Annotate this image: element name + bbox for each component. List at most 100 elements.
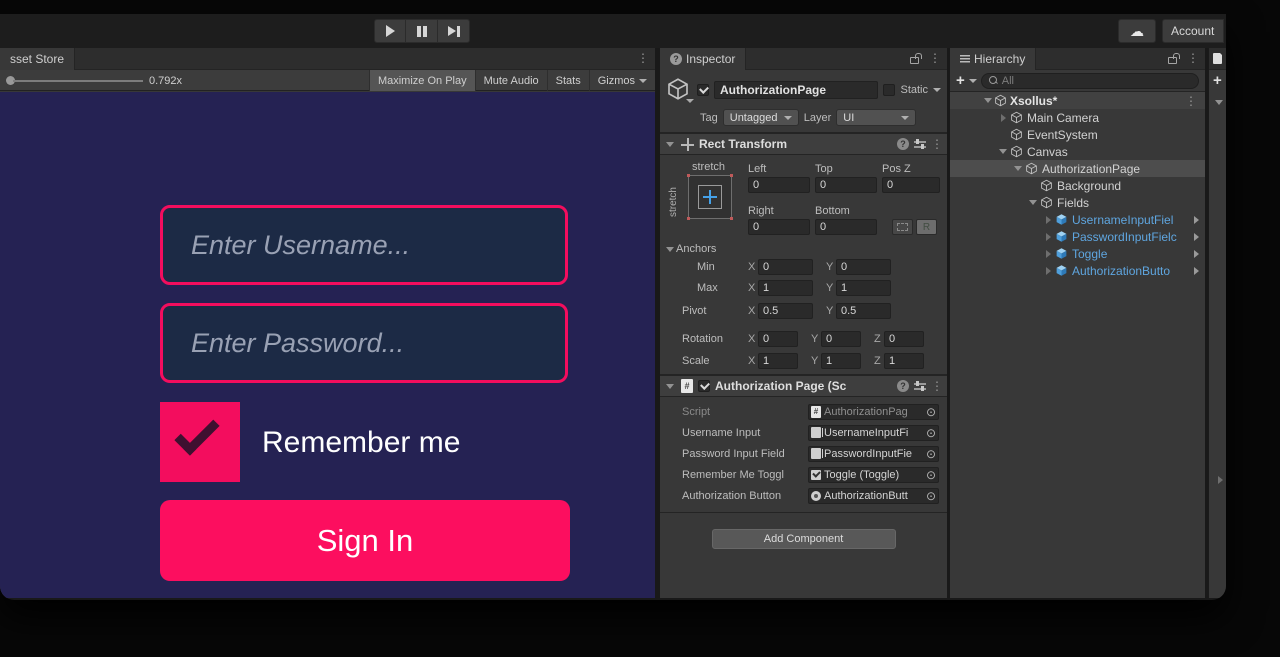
stats-button[interactable]: Stats [547,70,589,91]
step-button[interactable] [438,19,470,43]
hierarchy-item-eventsystem[interactable]: EventSystem [950,126,1205,143]
maximize-on-play-button[interactable]: Maximize On Play [369,70,475,91]
foldout-arrow-icon[interactable] [1042,233,1054,241]
kebab-icon[interactable] [931,379,943,393]
scale-z-input[interactable]: 1 [884,353,924,369]
help-icon[interactable] [897,138,909,150]
blueprint-mode-button[interactable] [892,219,913,235]
target-icon[interactable] [926,469,936,481]
prefab-open-chevron[interactable] [1194,250,1199,258]
hierarchy-search-input[interactable]: All [981,73,1199,89]
bottom-input[interactable]: 0 [815,219,877,235]
static-checkbox[interactable] [883,84,895,96]
pivot-y-input[interactable]: 0.5 [836,303,891,319]
hierarchy-item-authorizationbutton[interactable]: AuthorizationButto [950,262,1205,279]
target-icon[interactable] [926,448,936,460]
hierarchy-item-canvas[interactable]: Canvas [950,143,1205,160]
tab-hierarchy[interactable]: Hierarchy [950,48,1036,70]
kebab-icon[interactable] [1185,94,1197,108]
hierarchy-item-background[interactable]: Background [950,177,1205,194]
component-enabled-checkbox[interactable] [698,380,710,392]
cloud-button[interactable]: ☁ [1118,19,1156,43]
hierarchy-item-toggle[interactable]: Toggle [950,245,1205,262]
remember-me-checkbox[interactable] [160,402,240,482]
add-component-button[interactable]: Add Component [712,529,896,549]
presets-icon[interactable] [914,381,926,391]
scale-x-input[interactable]: 1 [758,353,798,369]
foldout-arrow-icon[interactable] [997,149,1009,154]
active-checkbox[interactable] [697,84,709,96]
left-input[interactable]: 0 [748,177,810,193]
foldout-arrow-icon[interactable] [664,142,676,147]
foldout-arrow-icon[interactable] [1012,166,1024,171]
username-field[interactable]: Enter Username... [160,205,568,285]
mute-audio-button[interactable]: Mute Audio [475,70,547,91]
scale-slider[interactable]: 0.792x [6,70,182,91]
scene-row[interactable]: Xsollus* [950,92,1205,109]
foldout-arrow-icon[interactable] [1042,250,1054,258]
max-x-input[interactable]: 1 [758,280,813,296]
prefab-open-chevron[interactable] [1194,267,1199,275]
rotation-x-input[interactable]: 0 [758,331,798,347]
hierarchy-item-authorizationpage[interactable]: AuthorizationPage [950,160,1205,177]
prefab-open-chevron[interactable] [1194,233,1199,241]
min-y-input[interactable]: 0 [836,259,891,275]
top-input[interactable]: 0 [815,177,877,193]
prefab-open-chevron[interactable] [1194,216,1199,224]
foldout-arrow-icon[interactable] [1214,476,1226,484]
help-icon[interactable] [897,380,909,392]
rotation-y-input[interactable]: 0 [821,331,861,347]
hierarchy-item-usernameinputfield[interactable]: UsernameInputFiel [950,211,1205,228]
raw-edit-mode-button[interactable]: R [916,219,937,235]
tab-inspector[interactable]: Inspector [660,48,746,70]
posz-input[interactable]: 0 [882,177,940,193]
kebab-icon[interactable] [637,51,649,65]
foldout-arrow-icon[interactable] [1027,200,1039,205]
gameobject-icon[interactable] [666,77,692,103]
presets-icon[interactable] [914,139,926,149]
hierarchy-item-main-camera[interactable]: Main Camera [950,109,1205,126]
rotation-z-input[interactable]: 0 [884,331,924,347]
foldout-arrow-icon[interactable] [1213,100,1225,105]
chevron-down-icon[interactable] [969,79,977,83]
foldout-arrow-icon[interactable] [1042,216,1054,224]
kebab-icon[interactable] [1187,51,1199,65]
right-input[interactable]: 0 [748,219,810,235]
anchors-foldout[interactable]: Anchors [660,241,937,257]
create-button[interactable]: + [1213,74,1222,88]
target-icon[interactable] [926,490,936,502]
gameobject-name-input[interactable] [714,81,878,99]
password-field[interactable]: Enter Password... [160,303,568,383]
kebab-icon[interactable] [929,51,941,65]
chevron-down-icon[interactable] [933,88,941,92]
toggle-object-field[interactable]: Toggle (Toggle) [808,467,939,483]
sign-in-button[interactable]: Sign In [160,500,570,581]
lock-icon[interactable] [910,57,919,64]
pivot-x-input[interactable]: 0.5 [758,303,813,319]
hierarchy-item-passwordinputfield[interactable]: PasswordInputFielc [950,228,1205,245]
script-object-field[interactable]: AuthorizationPag [808,404,939,420]
button-object-field[interactable]: AuthorizationButt [808,488,939,504]
account-button[interactable]: Account [1162,19,1224,43]
kebab-icon[interactable] [931,137,943,151]
username-object-field[interactable]: UsernameInputFi [808,425,939,441]
layer-dropdown[interactable]: UI [836,109,916,126]
foldout-arrow-icon[interactable] [997,114,1009,122]
tag-dropdown[interactable]: Untagged [723,109,799,126]
hierarchy-item-fields[interactable]: Fields [950,194,1205,211]
play-button[interactable] [374,19,406,43]
password-object-field[interactable]: PasswordInputFie [808,446,939,462]
target-icon[interactable] [926,406,936,418]
min-x-input[interactable]: 0 [758,259,813,275]
authorization-page-header[interactable]: Authorization Page (Sc [660,375,947,397]
gizmos-dropdown[interactable]: Gizmos [589,70,655,91]
foldout-arrow-icon[interactable] [1042,267,1054,275]
create-button[interactable]: + [956,74,965,88]
foldout-arrow-icon[interactable] [982,98,994,103]
scale-y-input[interactable]: 1 [821,353,861,369]
target-icon[interactable] [926,427,936,439]
foldout-arrow-icon[interactable] [664,384,676,389]
anchor-preset-button[interactable] [688,175,732,219]
sliver-tab[interactable] [1209,48,1226,70]
max-y-input[interactable]: 1 [836,280,891,296]
